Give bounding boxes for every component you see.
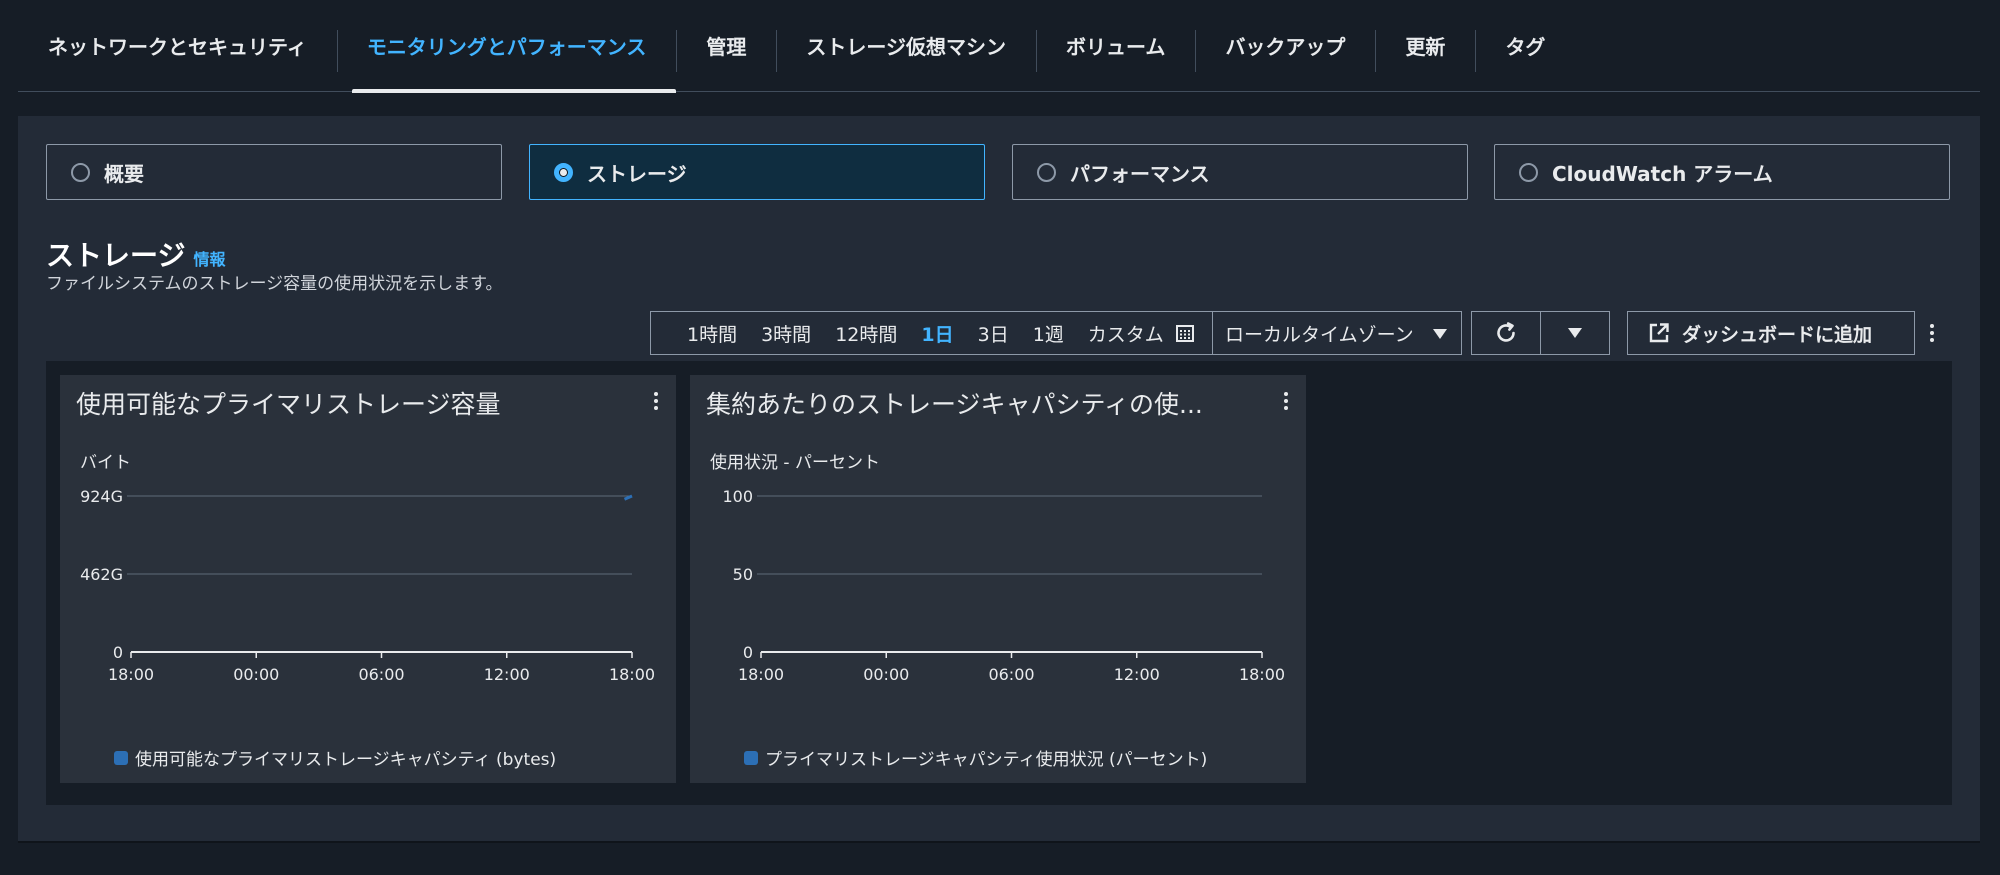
caret-down-icon [1433, 329, 1447, 339]
tab-management[interactable]: 管理 [676, 0, 776, 92]
x-tick-label: 18:00 [108, 665, 154, 684]
more-actions-icon[interactable] [1930, 324, 1934, 342]
x-tick-label: 06:00 [988, 665, 1034, 684]
range-3d[interactable]: 3日 [978, 320, 1009, 347]
caret-down-icon [1568, 328, 1582, 338]
y-tick-label: 50 [733, 565, 753, 584]
segment-overview[interactable]: 概要 [46, 144, 502, 200]
info-link[interactable]: 情報 [193, 246, 225, 270]
timezone-value: ローカルタイムゾーン [1225, 323, 1414, 346]
legend-label: 使用可能なプライマリストレージキャパシティ (bytes) [135, 750, 557, 770]
calendar-icon[interactable] [1175, 324, 1194, 342]
add-to-dashboard-label: ダッシュボードに追加 [1682, 323, 1873, 346]
tab-bar: ネットワークとセキュリティ モニタリングとパフォーマンス 管理 ストレージ仮想マ… [18, 0, 1980, 93]
legend-label: プライマリストレージキャパシティ使用状況 (パーセント) [765, 750, 1208, 770]
segment-performance[interactable]: パフォーマンス [1012, 144, 1468, 200]
widget-storage-utilization: 集約あたりのストレージキャパシティの使... 使用状況 - パーセント 100 5… [690, 375, 1306, 783]
segment-label: ストレージ [587, 161, 687, 186]
x-tick-label: 06:00 [358, 665, 404, 684]
section-description: ファイルシステムのストレージ容量の使用状況を示します。 [46, 274, 503, 294]
tab-monitoring-performance[interactable]: モニタリングとパフォーマンス [336, 0, 677, 93]
legend-swatch [114, 750, 128, 765]
tab-volumes[interactable]: ボリューム [1036, 0, 1195, 92]
add-to-dashboard-button[interactable]: ダッシュボードに追加 [1627, 311, 1915, 355]
external-link-icon [1649, 323, 1669, 343]
segment-label: CloudWatch アラーム [1552, 161, 1773, 186]
segment-storage[interactable]: ストレージ [529, 144, 985, 200]
range-1d[interactable]: 1日 [921, 320, 953, 347]
legend-swatch [744, 750, 758, 765]
dashboard-widgets: 使用可能なプライマリストレージ容量 バイト 924G 462G 0 18:00 00:0… [46, 361, 1952, 805]
segment-cloudwatch-alarms[interactable]: CloudWatch アラーム [1494, 144, 1950, 200]
widget-available-storage: 使用可能なプライマリストレージ容量 バイト 924G 462G 0 18:00 00:0… [60, 375, 676, 783]
x-tick-label: 18:00 [738, 665, 784, 684]
radio-selected-icon [554, 162, 573, 182]
section-title: ストレージ 情報 [46, 234, 225, 274]
refresh-options-button[interactable] [1540, 311, 1610, 355]
range-12h[interactable]: 12時間 [835, 320, 897, 347]
chart-storage-utilization: 100 50 0 18:00 00:00 06:00 12:00 18:00 [722, 487, 1285, 684]
x-tick-label: 18:00 [609, 665, 655, 684]
x-tick-label: 00:00 [863, 665, 909, 684]
segment-label: パフォーマンス [1070, 161, 1210, 186]
radio-icon [71, 162, 90, 182]
x-tick-label: 00:00 [233, 665, 279, 684]
x-tick-label: 18:00 [1239, 665, 1285, 684]
tab-updates[interactable]: 更新 [1375, 0, 1475, 92]
tab-tags[interactable]: タグ [1475, 0, 1575, 92]
section-heading: ストレージ [46, 239, 186, 272]
tab-backups[interactable]: バックアップ [1195, 0, 1375, 92]
range-1w[interactable]: 1週 [1033, 320, 1064, 347]
legend-item[interactable]: プライマリストレージキャパシティ使用状況 (パーセント) [744, 745, 1207, 770]
y-tick-label: 462G [80, 565, 123, 584]
radio-icon [1519, 162, 1538, 182]
x-tick-label: 12:00 [484, 665, 530, 684]
chart-available-storage: 924G 462G 0 18:00 00:00 06:00 12:00 18:00 [80, 487, 655, 684]
range-3h[interactable]: 3時間 [761, 320, 811, 347]
range-1h[interactable]: 1時間 [687, 320, 737, 347]
timezone-select[interactable]: ローカルタイムゾーン [1212, 311, 1462, 355]
monitoring-panel: 概要 ストレージ パフォーマンス CloudWatch アラーム ストレージ 情… [18, 116, 1980, 843]
segmented-control: 概要 ストレージ パフォーマンス CloudWatch アラーム [46, 144, 1952, 200]
y-tick-label: 0 [743, 643, 753, 662]
range-custom[interactable]: カスタム [1088, 320, 1164, 347]
legend-item[interactable]: 使用可能なプライマリストレージキャパシティ (bytes) [114, 745, 556, 770]
tab-storage-vm[interactable]: ストレージ仮想マシン [776, 0, 1036, 92]
refresh-icon [1497, 322, 1515, 342]
tab-network-security[interactable]: ネットワークとセキュリティ [18, 0, 337, 92]
y-tick-label: 924G [80, 487, 123, 506]
time-range-selector: 1時間 3時間 12時間 1日 3日 1週 カスタム [650, 311, 1226, 355]
radio-icon [1037, 162, 1056, 182]
x-tick-label: 12:00 [1114, 665, 1160, 684]
y-tick-label: 100 [722, 487, 753, 506]
segment-label: 概要 [104, 161, 144, 186]
y-tick-label: 0 [113, 643, 123, 662]
refresh-button[interactable] [1471, 311, 1541, 355]
